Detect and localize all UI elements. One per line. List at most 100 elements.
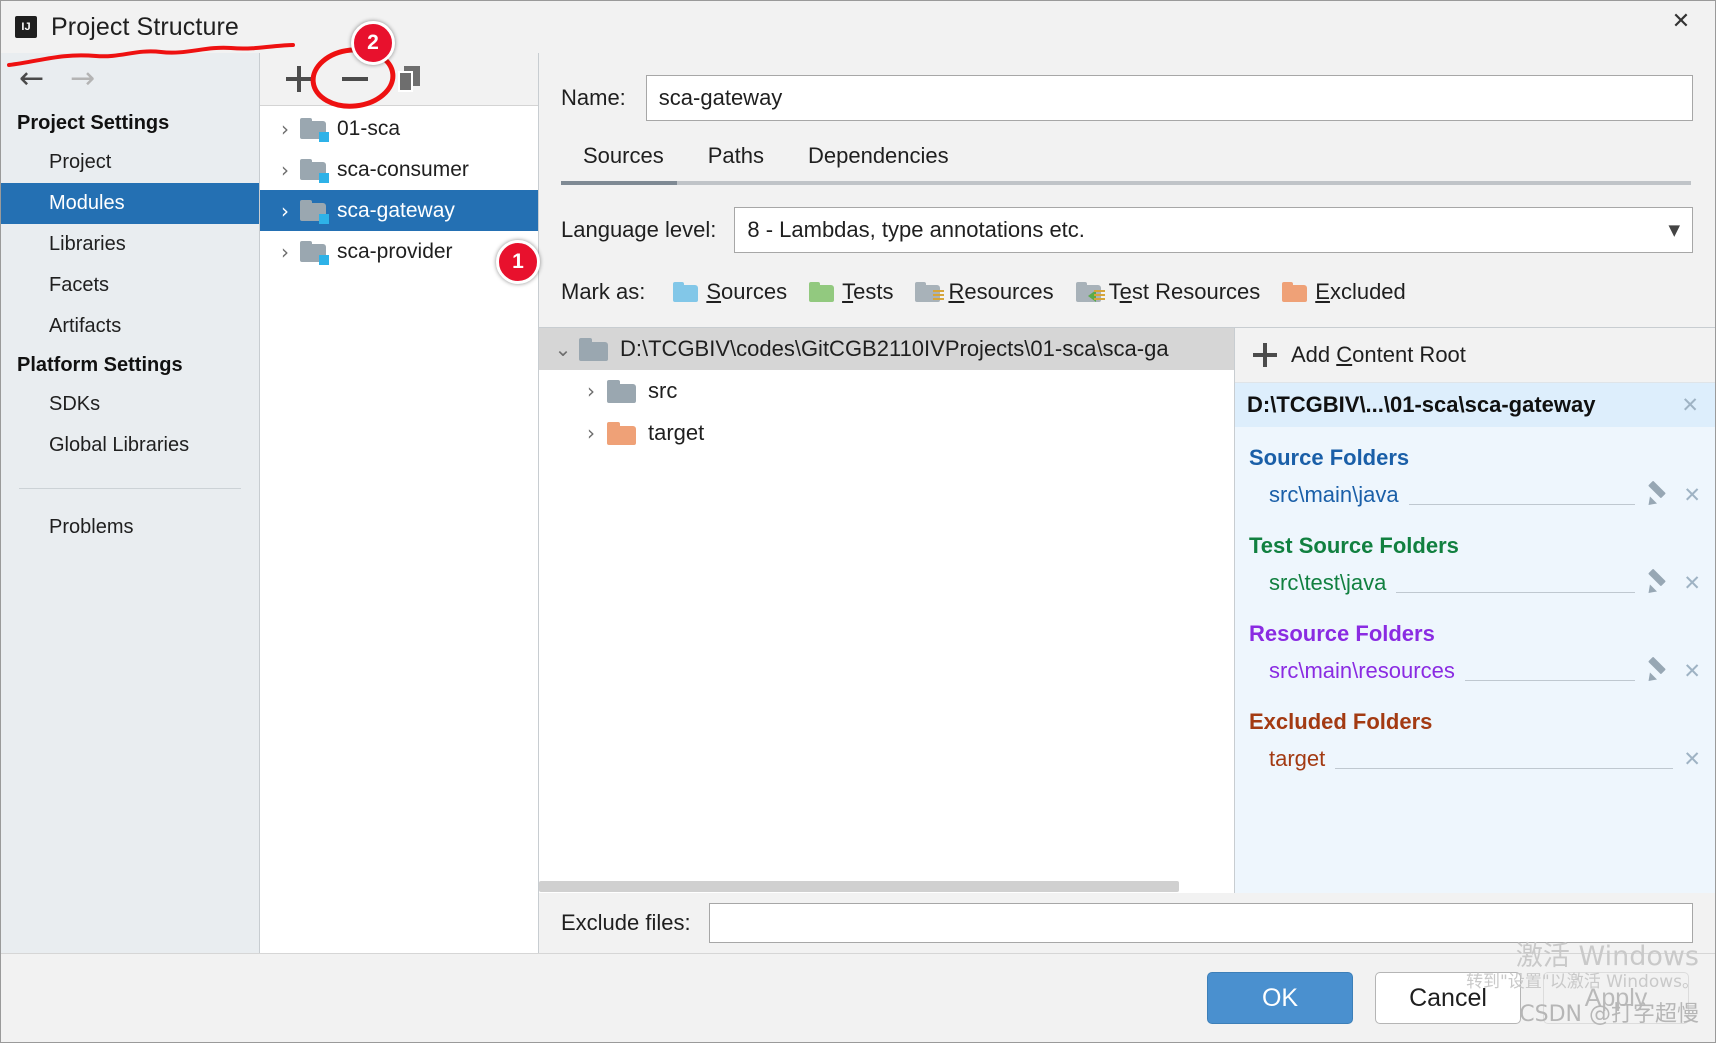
content-tree-item-src[interactable]: › src bbox=[539, 370, 1234, 412]
sidebar-item-global-libraries[interactable]: Global Libraries bbox=[1, 425, 259, 466]
module-detail-panel: Name: Sources Paths Dependencies Languag… bbox=[539, 53, 1715, 953]
excluded-folders-group: Excluded Folders target ✕ bbox=[1235, 691, 1715, 779]
folder-icon bbox=[300, 158, 329, 183]
annotation-badge-1: 1 bbox=[496, 240, 540, 284]
module-item-label: sca-consumer bbox=[337, 157, 469, 181]
chevron-right-icon[interactable]: › bbox=[270, 240, 300, 264]
mark-as-excluded-button[interactable]: Excluded bbox=[1282, 279, 1406, 305]
sidebar-item-modules[interactable]: Modules bbox=[1, 183, 259, 224]
module-name-input[interactable] bbox=[645, 75, 1693, 121]
settings-sidebar: ← → Project Settings Project Modules Lib… bbox=[1, 53, 260, 953]
sidebar-item-facets[interactable]: Facets bbox=[1, 265, 259, 306]
content-root-tree-scroll: ⌄ D:\TCGBIV\codes\GitCGB2110IVProjects\0… bbox=[539, 328, 1234, 879]
module-item-label: sca-provider bbox=[337, 239, 453, 263]
content-tree-item-label: src bbox=[648, 378, 678, 403]
language-level-value: 8 - Lambdas, type annotations etc. bbox=[747, 217, 1085, 242]
copy-icon[interactable] bbox=[398, 66, 424, 92]
folder-excluded-icon bbox=[607, 421, 637, 445]
pencil-icon[interactable] bbox=[1645, 571, 1669, 595]
chevron-down-icon[interactable]: ⌄ bbox=[547, 337, 579, 361]
arrow-right-icon[interactable]: → bbox=[70, 64, 95, 94]
sidebar-item-sdks[interactable]: SDKs bbox=[1, 384, 259, 425]
language-level-select[interactable]: 8 - Lambdas, type annotations etc. ▼ bbox=[734, 207, 1693, 253]
chevron-right-icon[interactable]: › bbox=[270, 158, 300, 182]
chevron-down-icon[interactable]: ▼ bbox=[1668, 221, 1680, 239]
source-folder-entry[interactable]: src\main\java ✕ bbox=[1235, 475, 1715, 515]
language-level-row: Language level: 8 - Lambdas, type annota… bbox=[539, 185, 1715, 253]
mark-as-resources-button[interactable]: Resources bbox=[915, 279, 1054, 305]
test-source-folders-group: Test Source Folders src\test\java ✕ bbox=[1235, 515, 1715, 603]
folder-icon bbox=[300, 240, 329, 265]
chevron-right-icon[interactable]: › bbox=[575, 421, 607, 445]
resource-folder-entry[interactable]: src\main\resources ✕ bbox=[1235, 651, 1715, 691]
mark-as-test-resources-label-rest: st Resources bbox=[1131, 279, 1261, 304]
folder-sources-icon bbox=[673, 282, 699, 302]
close-icon[interactable]: ✕ bbox=[1683, 483, 1701, 507]
scrollbar-thumb[interactable] bbox=[539, 881, 1179, 892]
exclude-files-input[interactable] bbox=[708, 903, 1693, 943]
minus-icon[interactable] bbox=[342, 66, 368, 92]
entry-rule bbox=[1464, 679, 1636, 681]
source-folder-path: src\main\java bbox=[1269, 482, 1399, 507]
sidebar-item-artifacts[interactable]: Artifacts bbox=[1, 306, 259, 347]
mark-as-tests-button[interactable]: Tests bbox=[809, 279, 893, 305]
content-tree-item-target[interactable]: › target bbox=[539, 412, 1234, 454]
apply-button[interactable]: Apply bbox=[1543, 972, 1689, 1024]
close-icon[interactable]: ✕ bbox=[1663, 7, 1699, 37]
add-content-root-button[interactable]: Add Content Root bbox=[1235, 328, 1715, 383]
plus-icon bbox=[1253, 343, 1277, 367]
mark-as-test-resources-button[interactable]: Test Resources bbox=[1075, 279, 1261, 305]
mark-as-sources-button[interactable]: Sources bbox=[673, 279, 787, 305]
horizontal-scrollbar[interactable] bbox=[539, 879, 1234, 893]
folder-icon bbox=[300, 117, 329, 142]
pencil-icon[interactable] bbox=[1645, 659, 1669, 683]
exclude-files-row: Exclude files: bbox=[539, 893, 1715, 953]
sidebar-item-libraries[interactable]: Libraries bbox=[1, 224, 259, 265]
ok-button[interactable]: OK bbox=[1207, 972, 1353, 1024]
mark-as-sources-label-rest: ources bbox=[721, 279, 788, 304]
tab-paths[interactable]: Paths bbox=[686, 137, 786, 181]
excluded-folder-entry[interactable]: target ✕ bbox=[1235, 739, 1715, 779]
chevron-right-icon[interactable]: › bbox=[575, 379, 607, 403]
source-folders-group: Source Folders src\main\java ✕ bbox=[1235, 427, 1715, 515]
module-item-label: sca-gateway bbox=[337, 198, 455, 222]
sidebar-item-problems[interactable]: Problems bbox=[1, 507, 259, 548]
sidebar-item-project[interactable]: Project bbox=[1, 142, 259, 183]
folder-icon bbox=[607, 379, 637, 403]
chevron-right-icon[interactable]: › bbox=[270, 199, 300, 223]
tab-sources[interactable]: Sources bbox=[561, 137, 686, 181]
close-icon[interactable]: ✕ bbox=[1683, 747, 1701, 771]
module-item-sca-gateway[interactable]: › sca-gateway bbox=[260, 190, 538, 231]
close-icon[interactable]: ✕ bbox=[1681, 393, 1699, 417]
close-icon[interactable]: ✕ bbox=[1683, 571, 1701, 595]
mark-as-resources-label-rest: esources bbox=[964, 279, 1054, 304]
intellij-idea-logo-icon bbox=[15, 16, 37, 38]
resource-folders-title: Resource Folders bbox=[1249, 621, 1435, 646]
active-tab-indicator bbox=[561, 181, 677, 185]
cancel-button[interactable]: Cancel bbox=[1375, 972, 1521, 1024]
pencil-icon[interactable] bbox=[1645, 483, 1669, 507]
resource-folders-group: Resource Folders src\main\resources ✕ bbox=[1235, 603, 1715, 691]
tab-dependencies[interactable]: Dependencies bbox=[786, 137, 971, 181]
content-tree-item-label: target bbox=[648, 420, 705, 445]
module-item-label: 01-sca bbox=[337, 116, 401, 140]
language-level-label: Language level: bbox=[561, 217, 717, 242]
plus-icon[interactable] bbox=[286, 66, 312, 92]
test-source-folder-entry[interactable]: src\test\java ✕ bbox=[1235, 563, 1715, 603]
mark-as-tests-label-rest: ests bbox=[853, 279, 894, 304]
arrow-left-icon[interactable]: ← bbox=[19, 64, 44, 94]
excluded-folder-path: target bbox=[1269, 746, 1326, 771]
dialog-footer: OK Cancel Apply 激活 Windows 转到"设置"以激活 Win… bbox=[1, 942, 1715, 1042]
source-folders-title: Source Folders bbox=[1249, 445, 1410, 470]
content-root-header[interactable]: D:\TCGBIV\...\01-sca\sca-gateway ✕ bbox=[1235, 383, 1715, 427]
module-item-sca-consumer[interactable]: › sca-consumer bbox=[260, 149, 538, 190]
close-icon[interactable]: ✕ bbox=[1683, 659, 1701, 683]
add-content-root-label-rest: ontent Root bbox=[1352, 342, 1466, 367]
content-root-row[interactable]: ⌄ D:\TCGBIV\codes\GitCGB2110IVProjects\0… bbox=[539, 328, 1234, 370]
chevron-right-icon[interactable]: › bbox=[270, 117, 300, 141]
modules-list: › 01-sca › sca-consumer › sca-gateway › … bbox=[260, 106, 538, 953]
modules-list-panel: › 01-sca › sca-consumer › sca-gateway › … bbox=[260, 53, 539, 953]
content-root-detail-panel: Add Content Root D:\TCGBIV\...\01-sca\sc… bbox=[1235, 328, 1715, 893]
module-item-01-sca[interactable]: › 01-sca bbox=[260, 108, 538, 149]
sidebar-group-title-platform-settings: Platform Settings bbox=[17, 354, 183, 376]
